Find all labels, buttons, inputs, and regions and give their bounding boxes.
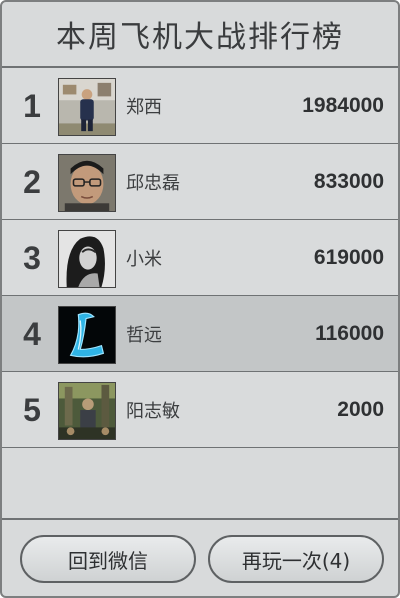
avatar-person-photo-icon: [58, 78, 116, 136]
player-score: 116000: [315, 322, 384, 345]
avatar-glasses-photo-icon: [58, 154, 116, 212]
player-score: 833000: [313, 170, 384, 193]
back-to-wechat-button[interactable]: 回到微信: [20, 535, 196, 583]
player-name: 哲远: [126, 325, 162, 346]
rank-number: 5: [23, 391, 41, 428]
player-score: 2000: [337, 398, 384, 421]
player-name: 阳志敏: [126, 401, 180, 422]
leaderboard-row-4-current-player: 4 哲远 116000: [2, 296, 398, 372]
player-score: 619000: [313, 246, 384, 269]
leaderboard-row-1: 1 郑西 1984000: [2, 68, 398, 144]
leaderboard-row-2: 2 邱忠磊 833000: [2, 144, 398, 220]
avatar-woman-photo-icon: [58, 230, 116, 288]
player-name: 邱忠磊: [126, 173, 180, 194]
leaderboard-list[interactable]: 1 郑西 1984000 2 邱忠磊 833000 3 小米 619000 4 …: [2, 66, 398, 520]
avatar-game-scene-icon: [58, 382, 116, 440]
rank-number: 3: [23, 239, 41, 276]
leaderboard-panel: 本周飞机大战排行榜 1 郑西 1984000 2 邱忠磊 833000 3 小米…: [0, 0, 400, 598]
page-title: 本周飞机大战排行榜: [56, 20, 344, 55]
rank-number: 4: [23, 315, 41, 352]
avatar-letter-l-icon: [58, 306, 116, 364]
leaderboard-row-3: 3 小米 619000: [2, 220, 398, 296]
rank-number: 1: [23, 87, 41, 124]
footer-bar: 回到微信 再玩一次(4): [2, 520, 398, 596]
play-again-button[interactable]: 再玩一次(4): [208, 535, 384, 583]
player-name: 小米: [126, 249, 162, 270]
leaderboard-row-5: 5 阳志敏 2000: [2, 372, 398, 448]
player-score: 1984000: [302, 94, 384, 117]
player-name: 郑西: [126, 97, 162, 118]
title-bar: 本周飞机大战排行榜: [2, 2, 398, 66]
rank-number: 2: [23, 163, 41, 200]
